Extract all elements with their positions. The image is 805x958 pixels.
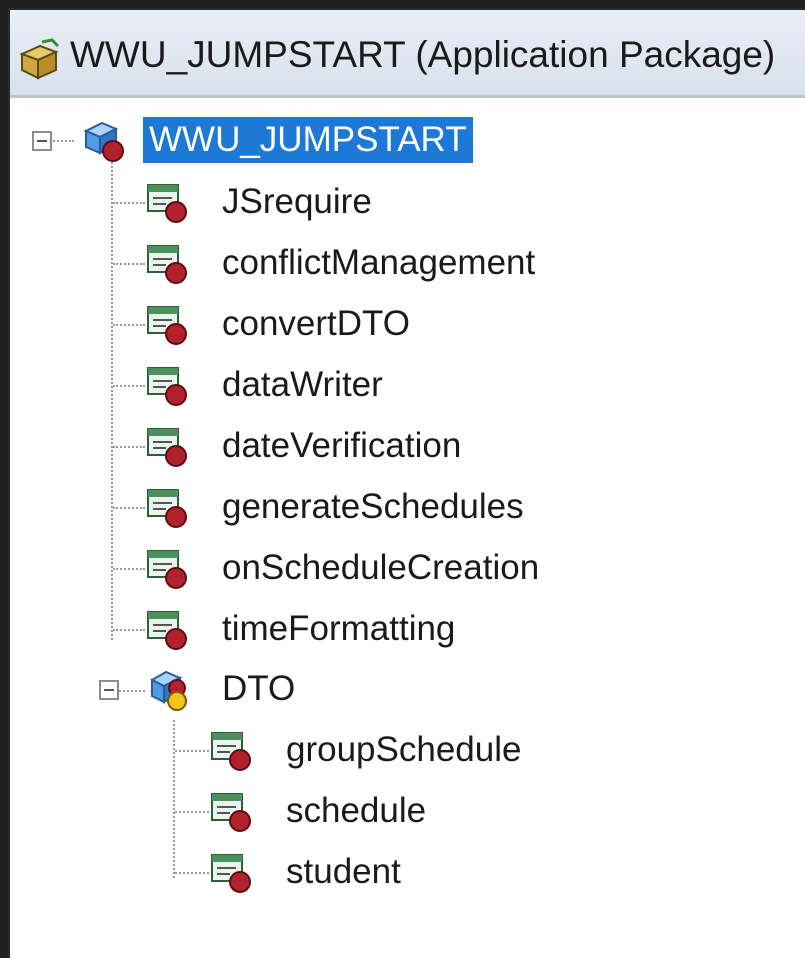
tree-connector — [113, 568, 145, 570]
class-icon — [211, 732, 251, 771]
tree-node-label: convertDTO — [222, 304, 411, 343]
tree-node-label: dataWriter — [222, 365, 383, 404]
tree-node-label: generateSchedules — [222, 487, 524, 526]
subpackage-icon — [149, 670, 187, 711]
class-icon — [147, 611, 187, 650]
tree-connector — [50, 140, 74, 142]
class-icon — [147, 489, 187, 528]
tree-connector — [113, 263, 145, 265]
tree-node-label: schedule — [286, 791, 427, 830]
tree-connector — [113, 385, 145, 387]
tree-node-label: onScheduleCreation — [222, 548, 540, 587]
class-icon — [211, 793, 251, 832]
class-icon — [147, 428, 187, 467]
tree-node-label: DTO — [222, 669, 296, 708]
package-cube-icon — [83, 121, 124, 162]
class-icon — [147, 245, 187, 284]
tree-connector — [173, 720, 175, 878]
tree-node-label: timeFormatting — [222, 609, 456, 648]
class-icon — [147, 550, 187, 589]
tree-node-label: WWU_JUMPSTART — [143, 117, 473, 163]
tree-connector — [113, 202, 145, 204]
tree-node-label: groupSchedule — [286, 730, 522, 769]
tree-connector — [119, 690, 145, 692]
tree-connector — [175, 872, 209, 874]
tree-connector — [175, 811, 209, 813]
class-icon — [147, 367, 187, 406]
class-icon — [147, 184, 187, 223]
class-icon — [147, 306, 187, 345]
tree-connector — [113, 446, 145, 448]
package-tree[interactable]: WWU_JUMPSTART JSrequire conflictManageme… — [10, 10, 805, 958]
application-package-window: WWU_JUMPSTART (Application Package) WWU_… — [8, 8, 805, 958]
tree-node-label: JSrequire — [222, 182, 372, 221]
tree-connector — [113, 324, 145, 326]
class-icon — [211, 854, 251, 893]
tree-connector — [175, 750, 209, 752]
collapse-toggle-root[interactable] — [32, 131, 52, 151]
tree-node-label: conflictManagement — [222, 243, 536, 282]
tree-connector — [113, 629, 145, 631]
collapse-toggle-dto[interactable] — [99, 680, 119, 700]
tree-connector — [113, 507, 145, 509]
tree-node-label: student — [286, 852, 401, 891]
tree-node-label: dateVerification — [222, 426, 462, 465]
